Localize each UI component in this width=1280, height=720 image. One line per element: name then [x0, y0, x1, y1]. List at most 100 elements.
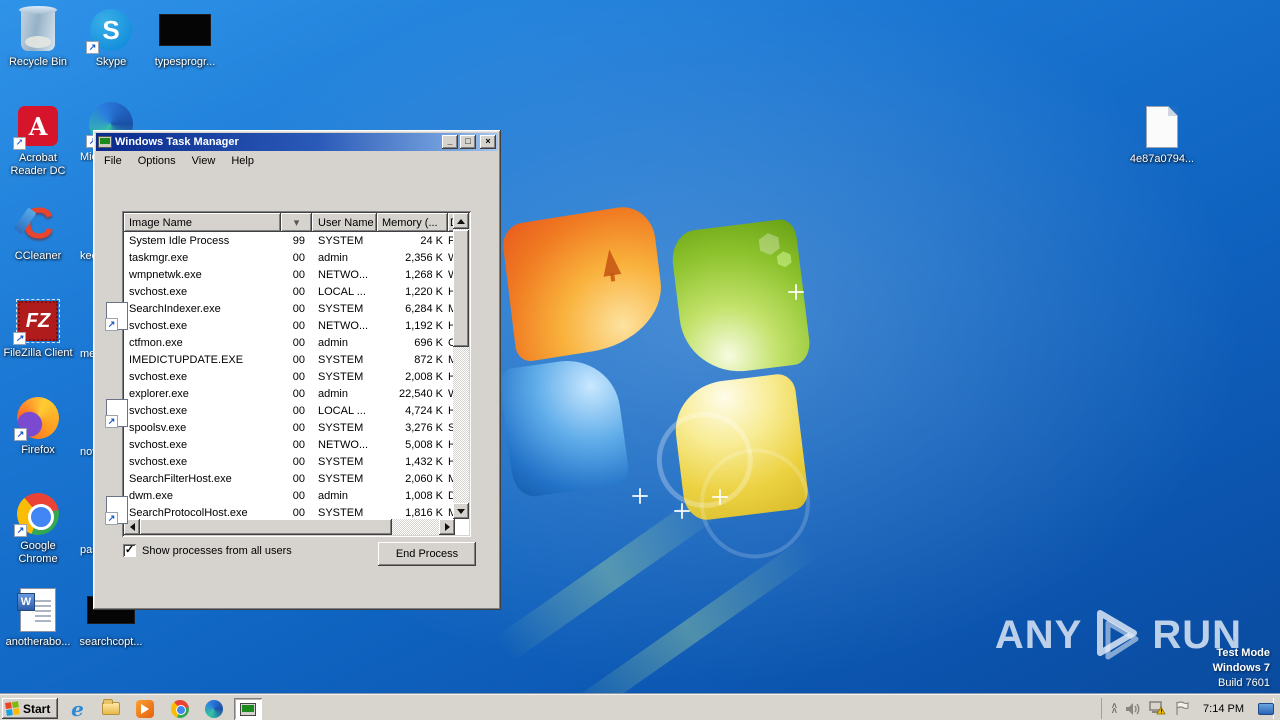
network-warning-icon[interactable]: ! — [1149, 701, 1166, 716]
desktop-icon-hashfile[interactable]: 4e87a0794... — [1127, 105, 1197, 166]
taskbar-chrome[interactable] — [170, 699, 189, 718]
close-button[interactable]: × — [480, 135, 496, 149]
horizontal-scrollbar[interactable] — [124, 519, 455, 535]
process-row[interactable]: SearchProtocolHost.exe 00 SYSTEM 1,816 K… — [124, 504, 457, 519]
process-user: NETWO... — [318, 268, 369, 281]
action-center-flag-icon[interactable] — [1174, 701, 1189, 716]
start-button[interactable]: Start — [2, 698, 58, 719]
taskbar-windows-explorer[interactable] — [101, 699, 120, 718]
menu-item[interactable]: View — [184, 153, 224, 169]
process-name: SearchProtocolHost.exe — [129, 506, 248, 519]
process-memory: 1,432 K — [405, 455, 443, 468]
title-bar[interactable]: Windows Task Manager _ □ × — [96, 133, 498, 151]
icon-label: Skype — [95, 56, 127, 68]
hidden-desktop-icon-sliver: ↗ — [105, 399, 128, 428]
taskbar-media-player[interactable] — [135, 699, 154, 718]
taskbar-edge[interactable] — [204, 699, 223, 718]
desktop-icon-skype[interactable]: S ↗ Skype — [76, 8, 146, 69]
windows-version-label: Windows 7 — [1212, 662, 1270, 674]
file-icon — [1146, 106, 1178, 148]
process-row[interactable]: svchost.exe 00 LOCAL ... 1,220 K H — [124, 283, 457, 300]
process-name: SearchIndexer.exe — [129, 302, 221, 315]
end-process-button[interactable]: End Process — [378, 542, 476, 566]
column-header-image-name[interactable]: Image Name — [124, 213, 281, 232]
process-row[interactable]: svchost.exe 00 SYSTEM 1,432 K H — [124, 453, 457, 470]
menu-item[interactable]: Help — [223, 153, 262, 169]
desktop-icon-ccleaner[interactable]: C CCleaner — [3, 202, 73, 263]
process-user: admin — [318, 251, 348, 264]
icon-label: Acrobat Reader DC — [10, 152, 66, 177]
process-cpu: 00 — [292, 404, 305, 417]
shortcut-arrow-icon: ↗ — [86, 41, 99, 54]
process-name: wmpnetwk.exe — [129, 268, 202, 281]
process-row[interactable]: svchost.exe 00 NETWO... 5,008 K H — [124, 436, 457, 453]
menu-bar: File Options View Help — [96, 152, 498, 169]
process-row[interactable]: ctfmon.exe 00 admin 696 K C — [124, 334, 457, 351]
process-row[interactable]: SearchFilterHost.exe 00 SYSTEM 2,060 K M — [124, 470, 457, 487]
menu-item[interactable]: File — [96, 153, 130, 169]
desktop-icon-chrome[interactable]: ↗ Google Chrome — [3, 492, 73, 566]
process-cpu: 00 — [292, 455, 305, 468]
process-row[interactable]: SearchIndexer.exe 00 SYSTEM 6,284 K M — [124, 300, 457, 317]
process-cpu: 00 — [292, 336, 305, 349]
minimize-button[interactable]: _ — [442, 135, 458, 149]
process-name: svchost.exe — [129, 285, 188, 298]
taskbar-internet-explorer[interactable]: e — [68, 699, 87, 719]
process-user: admin — [318, 336, 348, 349]
process-row[interactable]: svchost.exe 00 SYSTEM 2,008 K H — [124, 368, 457, 385]
process-memory: 872 K — [414, 353, 443, 366]
taskbar-clock[interactable]: 7:14 PM — [1197, 703, 1250, 715]
process-cpu: 00 — [292, 506, 305, 519]
desktop-icon-recycle-bin[interactable]: Recycle Bin — [3, 6, 73, 69]
taskbar: Start e ˄ ˄ ! 7:14 PM — [0, 694, 1280, 720]
scroll-up-button[interactable] — [453, 213, 469, 229]
process-row[interactable]: dwm.exe 00 admin 1,008 K D — [124, 487, 457, 504]
column-header-memory[interactable]: Memory (... — [377, 213, 448, 232]
hidden-desktop-icon-sliver: ↗ — [105, 496, 128, 525]
vertical-scroll-thumb[interactable] — [453, 230, 469, 347]
system-tray: ˄ ˄ ! 7:14 PM — [1100, 698, 1274, 719]
process-memory: 2,356 K — [405, 251, 443, 264]
horizontal-scroll-thumb[interactable] — [140, 519, 392, 535]
process-row[interactable]: taskmgr.exe 00 admin 2,356 K W — [124, 249, 457, 266]
show-hidden-icons-chevron[interactable]: ˄ ˄ — [1112, 701, 1117, 715]
column-header-cpu-sort[interactable]: ▾ — [281, 213, 312, 232]
show-desktop-button[interactable] — [1258, 702, 1274, 715]
column-header-user-name[interactable]: User Name — [312, 213, 377, 232]
process-user: SYSTEM — [318, 353, 364, 366]
process-row[interactable]: IMEDICTUPDATE.EXE 00 SYSTEM 872 K M — [124, 351, 457, 368]
volume-icon[interactable] — [1125, 702, 1141, 716]
shortcut-arrow-icon: ↗ — [14, 524, 27, 537]
process-user: NETWO... — [318, 438, 369, 451]
process-cpu: 00 — [292, 489, 305, 502]
maximize-button[interactable]: □ — [460, 135, 476, 149]
process-row[interactable]: svchost.exe 00 NETWO... 1,192 K H — [124, 317, 457, 334]
scroll-down-button[interactable] — [453, 503, 469, 519]
media-player-icon — [135, 699, 154, 718]
process-user: NETWO... — [318, 319, 369, 332]
show-all-users-checkbox[interactable]: ✓ — [123, 544, 136, 557]
desktop-icon-typesprogr[interactable]: typesprogr... — [150, 8, 220, 69]
process-row[interactable]: wmpnetwk.exe 00 NETWO... 1,268 K W — [124, 266, 457, 283]
process-row[interactable]: System Idle Process 99 SYSTEM 24 K Pe — [124, 232, 457, 249]
icon-label: Recycle Bin — [8, 56, 68, 68]
desktop-icon-acrobat[interactable]: A ↗ Acrobat Reader DC — [3, 104, 73, 178]
desktop-icon-firefox[interactable]: ↗ Firefox — [3, 396, 73, 457]
process-name: svchost.exe — [129, 438, 188, 451]
process-row[interactable]: spoolsv.exe 00 SYSTEM 3,276 K Sp — [124, 419, 457, 436]
process-user: LOCAL ... — [318, 404, 366, 417]
menu-item[interactable]: Options — [130, 153, 184, 169]
vertical-scrollbar[interactable] — [453, 213, 469, 519]
process-row[interactable]: svchost.exe 00 LOCAL ... 4,724 K H — [124, 402, 457, 419]
taskbar-task-manager-button-active[interactable] — [234, 698, 262, 720]
firefox-icon: ↗ — [14, 397, 59, 441]
process-user: admin — [318, 489, 348, 502]
icon-label: anotherabo... — [5, 636, 71, 648]
icon-label: 4e87a0794... — [1129, 153, 1195, 165]
process-row[interactable]: explorer.exe 00 admin 22,540 K W — [124, 385, 457, 402]
scroll-right-button[interactable] — [439, 519, 455, 535]
process-name: ctfmon.exe — [129, 336, 183, 349]
desktop-icon-filezilla[interactable]: FZ ↗ FileZilla Client — [3, 299, 73, 360]
desktop-icon-anotherabo[interactable]: anotherabo... — [3, 588, 73, 649]
shortcut-arrow-icon: ↗ — [105, 512, 118, 525]
